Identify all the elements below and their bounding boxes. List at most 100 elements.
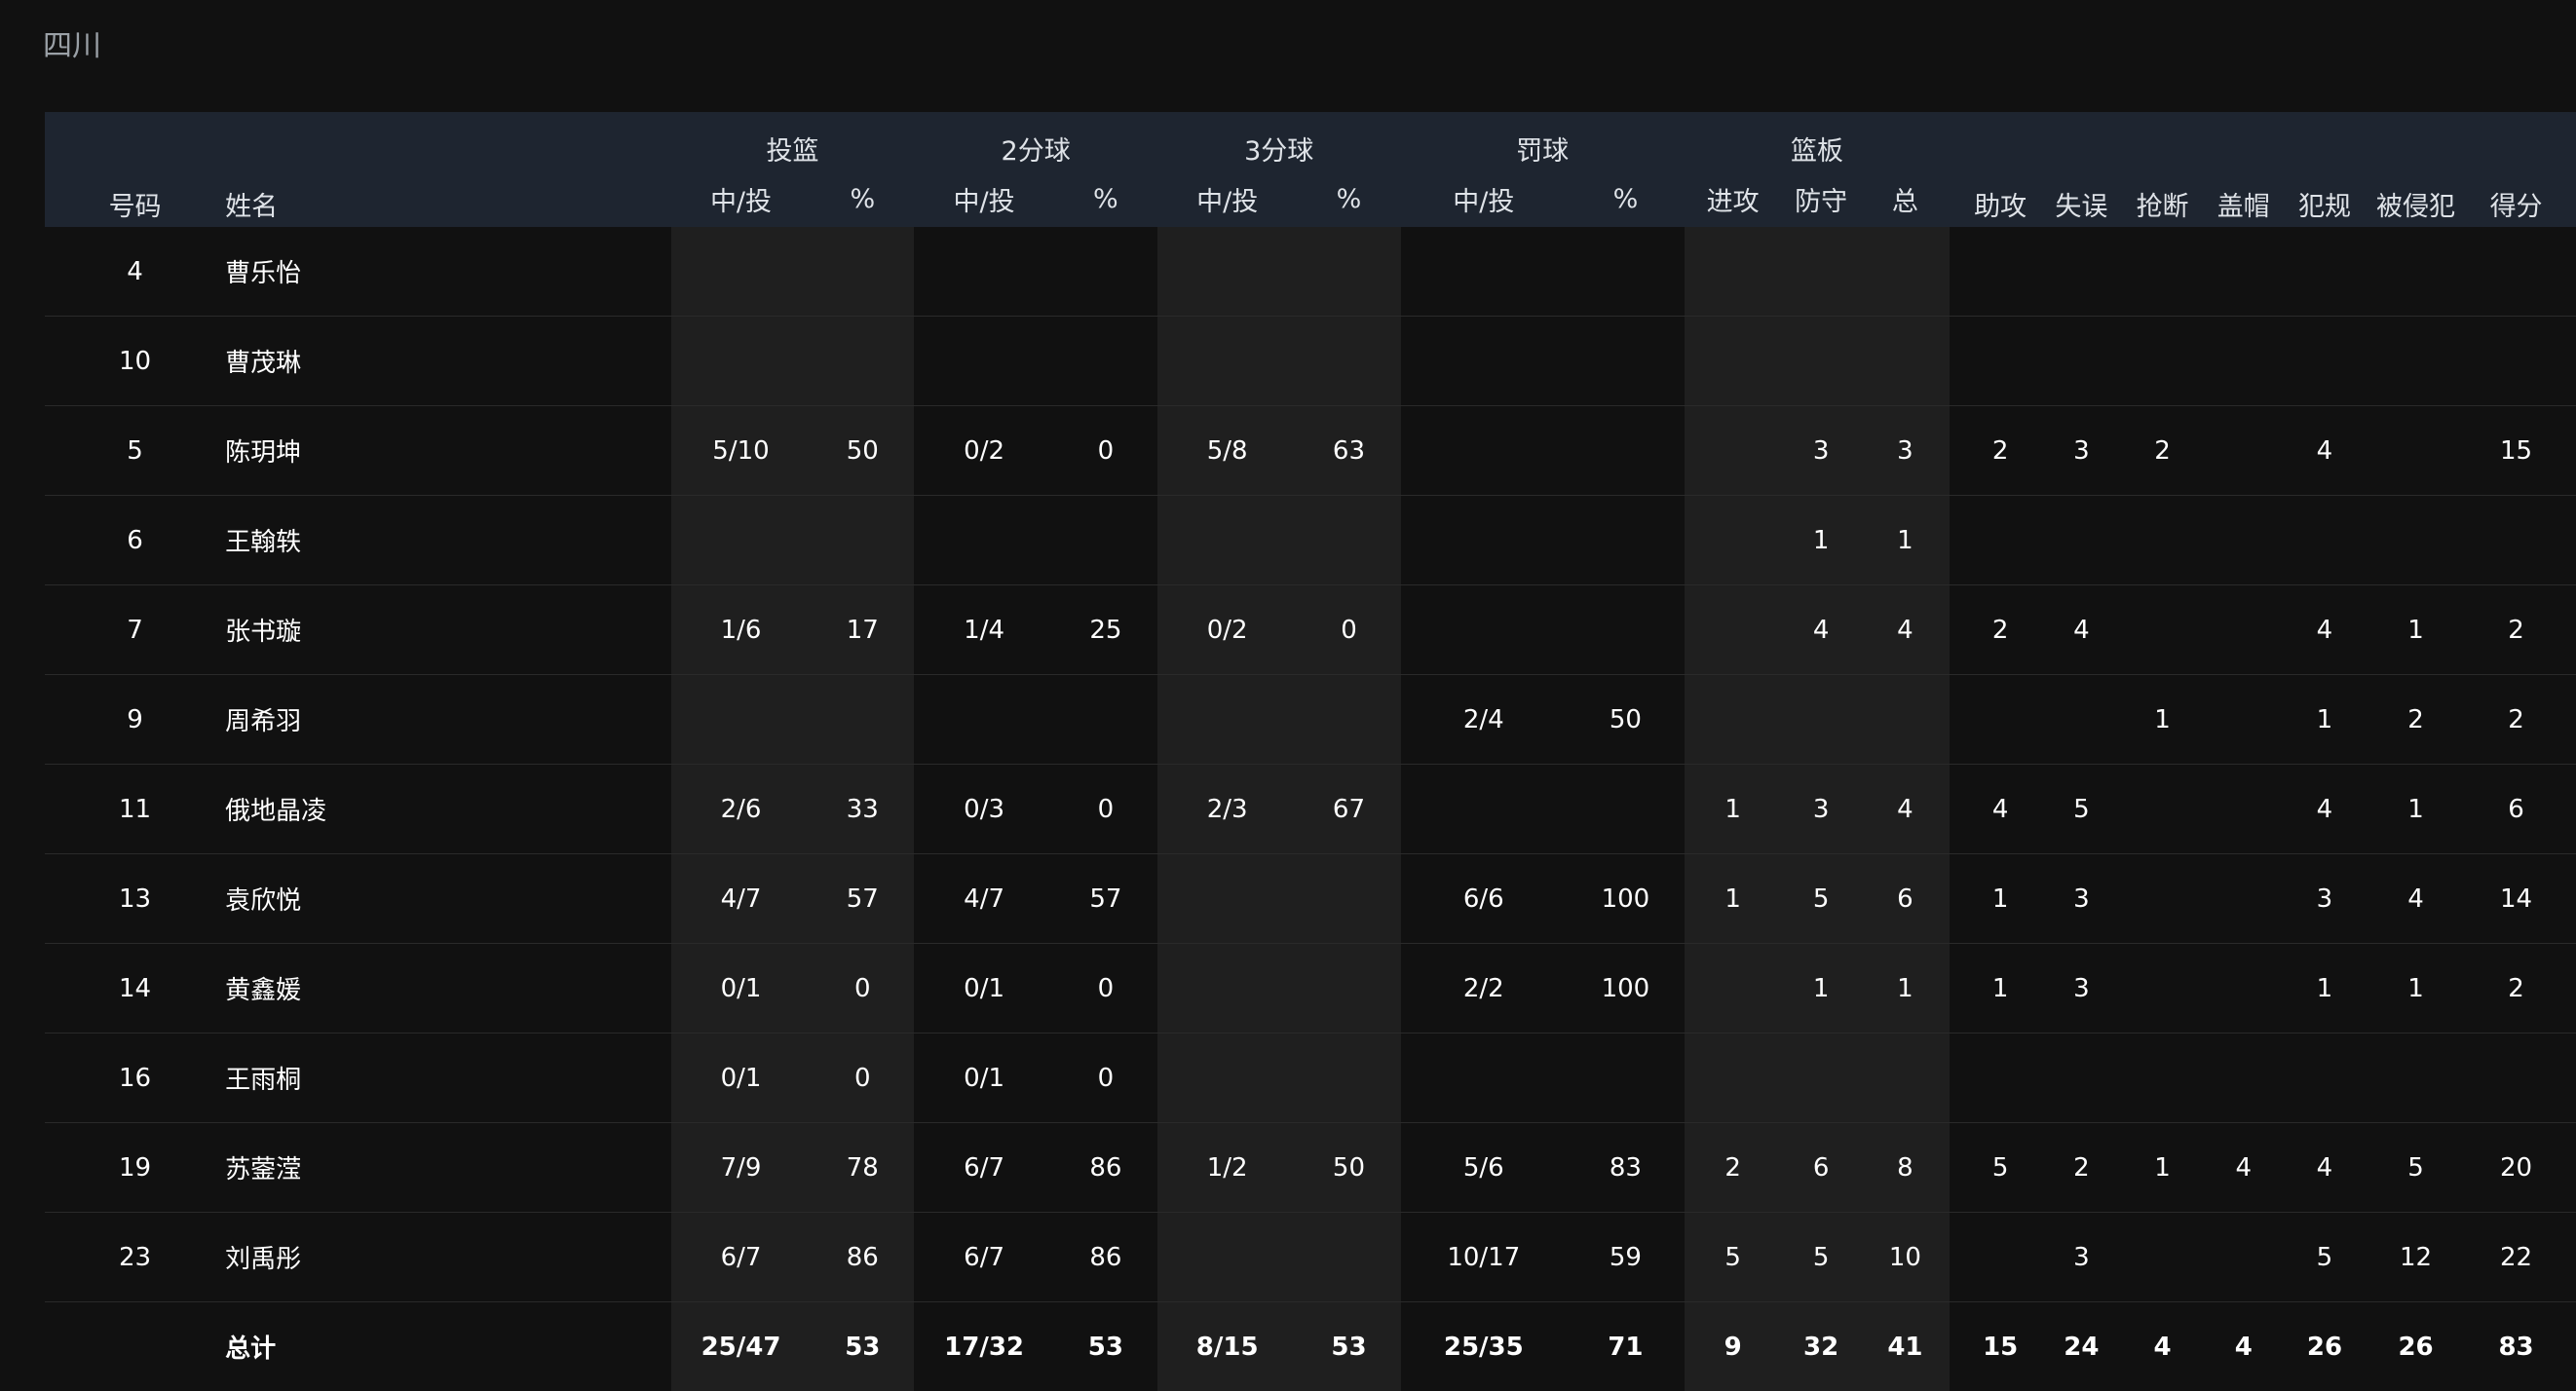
header-three-pct: % <box>1297 171 1400 227</box>
cell-points <box>2456 1034 2576 1123</box>
cell-oreb <box>1685 227 1782 317</box>
cell-ft-made-att <box>1401 1034 1568 1123</box>
cell-dreb <box>1782 675 1861 765</box>
cell-blocks <box>2214 317 2274 406</box>
cell-turnovers <box>2051 227 2111 317</box>
cell-two-made-att: 0/2 <box>914 406 1054 496</box>
cell-steals: 2 <box>2112 406 2214 496</box>
cell-number: 9 <box>45 675 225 765</box>
cell-two-made-att: 0/1 <box>914 944 1054 1034</box>
player-row: 16王雨桐0/100/10 <box>45 1034 2576 1123</box>
cell-assists <box>1950 227 2051 317</box>
cell-ft-pct: 83 <box>1567 1123 1685 1213</box>
cell-turnovers: 2 <box>2051 1123 2111 1213</box>
cell-fg-made-att: 4/7 <box>671 854 812 944</box>
cell-three-made-att <box>1157 1213 1298 1302</box>
cell-steals: 1 <box>2112 1123 2214 1213</box>
cell-fg-made-att <box>671 496 812 585</box>
box-score-table: 号码 姓名 投篮 2分球 3分球 罚球 篮板 助攻 失误 抢断 盖帽 犯规 被侵… <box>45 112 2576 1391</box>
header-steals: 抢断 <box>2112 112 2214 227</box>
cell-fouls-drawn: 1 <box>2375 765 2456 854</box>
cell-fouls-drawn: 1 <box>2375 585 2456 675</box>
cell-three-made-att: 5/8 <box>1157 406 1298 496</box>
cell-oreb: 2 <box>1685 1123 1782 1213</box>
cell-two-pct: 53 <box>1054 1302 1157 1391</box>
header-two-pt: 2分球 <box>914 112 1157 171</box>
cell-steals <box>2112 585 2214 675</box>
cell-blocks <box>2214 406 2274 496</box>
cell-fouls-drawn: 2 <box>2375 675 2456 765</box>
cell-fg-pct <box>811 317 914 406</box>
cell-ft-pct: 100 <box>1567 854 1685 944</box>
cell-dreb: 32 <box>1782 1302 1861 1391</box>
cell-ft-pct <box>1567 496 1685 585</box>
cell-fouls: 1 <box>2274 944 2375 1034</box>
cell-fg-pct: 0 <box>811 944 914 1034</box>
cell-oreb <box>1685 585 1782 675</box>
cell-points: 22 <box>2456 1213 2576 1302</box>
cell-fg-pct: 53 <box>811 1302 914 1391</box>
cell-treb: 41 <box>1861 1302 1951 1391</box>
cell-points <box>2456 227 2576 317</box>
cell-fouls: 3 <box>2274 854 2375 944</box>
cell-points: 6 <box>2456 765 2576 854</box>
cell-two-pct <box>1054 675 1157 765</box>
cell-dreb <box>1782 1034 1861 1123</box>
header-three-made-att: 中/投 <box>1157 171 1298 227</box>
player-row: 19苏蓥滢7/9786/7861/2505/68326852144520 <box>45 1123 2576 1213</box>
cell-ft-pct <box>1567 765 1685 854</box>
header-two-made-att: 中/投 <box>914 171 1054 227</box>
cell-number: 5 <box>45 406 225 496</box>
cell-points <box>2456 317 2576 406</box>
cell-points: 83 <box>2456 1302 2576 1391</box>
cell-steals <box>2112 765 2214 854</box>
cell-dreb: 5 <box>1782 854 1861 944</box>
cell-points: 15 <box>2456 406 2576 496</box>
cell-fg-pct: 17 <box>811 585 914 675</box>
cell-oreb: 9 <box>1685 1302 1782 1391</box>
cell-dreb: 3 <box>1782 765 1861 854</box>
header-fg-pct: % <box>811 171 914 227</box>
cell-fouls-drawn: 5 <box>2375 1123 2456 1213</box>
cell-treb <box>1861 227 1951 317</box>
cell-fg-made-att: 7/9 <box>671 1123 812 1213</box>
cell-dreb <box>1782 227 1861 317</box>
cell-fg-made-att: 6/7 <box>671 1213 812 1302</box>
cell-three-pct: 50 <box>1297 1123 1400 1213</box>
header-fg: 投篮 <box>671 112 915 171</box>
cell-dreb: 5 <box>1782 1213 1861 1302</box>
cell-two-pct <box>1054 496 1157 585</box>
cell-turnovers: 3 <box>2051 854 2111 944</box>
cell-number: 23 <box>45 1213 225 1302</box>
cell-fouls-drawn <box>2375 406 2456 496</box>
cell-ft-pct: 71 <box>1567 1302 1685 1391</box>
cell-turnovers <box>2051 675 2111 765</box>
cell-fg-made-att: 25/47 <box>671 1302 812 1391</box>
cell-fg-pct <box>811 675 914 765</box>
cell-fouls: 4 <box>2274 1123 2375 1213</box>
cell-two-pct: 0 <box>1054 406 1157 496</box>
cell-dreb: 1 <box>1782 944 1861 1034</box>
cell-fg-made-att: 2/6 <box>671 765 812 854</box>
cell-fouls: 4 <box>2274 585 2375 675</box>
header-rebounds: 篮板 <box>1685 112 1950 171</box>
cell-oreb <box>1685 944 1782 1034</box>
cell-two-pct: 25 <box>1054 585 1157 675</box>
cell-fouls-drawn: 26 <box>2375 1302 2456 1391</box>
cell-two-made-att: 6/7 <box>914 1213 1054 1302</box>
cell-oreb <box>1685 1034 1782 1123</box>
cell-fouls: 4 <box>2274 765 2375 854</box>
cell-three-made-att <box>1157 675 1298 765</box>
player-row: 13袁欣悦4/7574/7576/6100156133414 <box>45 854 2576 944</box>
cell-fg-pct: 78 <box>811 1123 914 1213</box>
header-fouls: 犯规 <box>2274 112 2375 227</box>
header-points: 得分 <box>2456 112 2576 227</box>
cell-name: 曹乐怡 <box>225 227 671 317</box>
cell-ft-pct: 50 <box>1567 675 1685 765</box>
cell-treb: 6 <box>1861 854 1951 944</box>
cell-assists: 4 <box>1950 765 2051 854</box>
cell-two-made-att: 6/7 <box>914 1123 1054 1213</box>
header-three-pt: 3分球 <box>1157 112 1401 171</box>
cell-turnovers: 24 <box>2051 1302 2111 1391</box>
cell-blocks <box>2214 496 2274 585</box>
